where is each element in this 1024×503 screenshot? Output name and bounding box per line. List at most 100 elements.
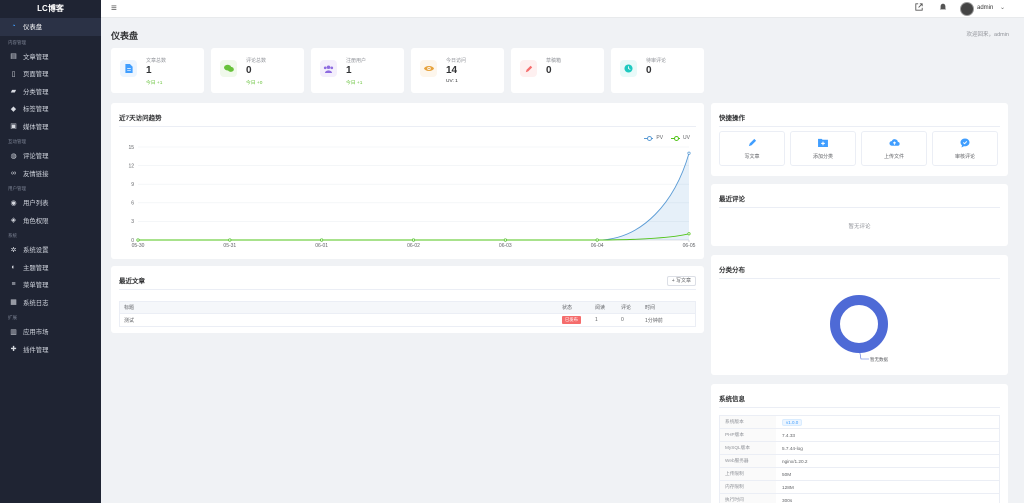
menu-toggle-icon[interactable]: ≡: [111, 3, 117, 14]
col-status[interactable]: 状态: [562, 304, 595, 311]
welcome-text: 欢迎回来，admin: [966, 32, 1009, 38]
stat-label: 今日访问: [446, 58, 467, 64]
divider: [719, 126, 1000, 127]
sidebar-item[interactable]: ▰ 分类管理: [0, 83, 101, 101]
clock-icon: [620, 60, 637, 77]
stat-value: 1: [146, 65, 152, 76]
x-tick-label: 06-03: [499, 243, 512, 249]
data-point-uv: [687, 232, 691, 236]
stat-value: 1: [346, 65, 352, 76]
version-tag: v1.0.0: [782, 418, 803, 426]
sidebar-group-label: 系统: [8, 233, 17, 238]
empty-comments-text: 暂无评论: [848, 224, 871, 230]
quick-action-label: 写文章: [744, 154, 760, 160]
sidebar-item[interactable]: ✚ 插件管理: [0, 341, 101, 359]
stat-value: 0: [246, 65, 252, 76]
divider: [119, 289, 696, 290]
stat-sub: UV: 1: [446, 79, 458, 84]
info-value-text: 7.4.33: [782, 432, 796, 438]
sidebar-item-label: 分类管理: [23, 88, 49, 96]
sidebar-item[interactable]: ◔ 仪表盘: [0, 18, 101, 36]
sidebar-item-label: 仪表盘: [23, 24, 43, 32]
review-comments-action[interactable]: 审核评论: [932, 131, 998, 166]
user-name[interactable]: admin: [977, 5, 993, 11]
col-title[interactable]: 标题: [120, 304, 562, 311]
add-category-action[interactable]: 添加分类: [790, 131, 856, 166]
external-link-icon[interactable]: [915, 3, 923, 13]
sidebar-item-label: 系统日志: [23, 299, 49, 307]
info-value: 128M: [776, 485, 794, 490]
status-cell: 已发布: [562, 316, 595, 324]
article-time: 1分钟前: [645, 317, 663, 324]
info-value: 300s: [776, 498, 792, 503]
sidebar-nav: ◔ 仪表盘 内容管理 ▤ 文章管理 ▯ 页面管理 ▰ 分类管理 ◆ 标签管理 ▣ 媒体管理 互动管理 ◍ 评论…: [0, 18, 101, 358]
stat-card[interactable]: 注册用户 1 今日 +1: [311, 48, 404, 93]
info-value-text: 5.7.44-log: [782, 445, 803, 451]
write-article-button[interactable]: + 写文章: [666, 276, 696, 286]
info-value-text: 50M: [782, 471, 792, 477]
eye-icon: [420, 60, 437, 77]
sidebar-item[interactable]: ▥ 应用市场: [0, 323, 101, 341]
stat-card[interactable]: 今日访问 14 UV: 1: [411, 48, 504, 93]
sidebar-item[interactable]: ▣ 媒体管理: [0, 118, 101, 136]
sidebar-item-label: 用户列表: [23, 200, 49, 208]
sidebar-item[interactable]: ▦ 系统日志: [0, 294, 101, 312]
stat-label: 注册用户: [346, 58, 367, 64]
quick-action-label: 添加分类: [812, 154, 833, 160]
col-comments[interactable]: 评论: [621, 304, 645, 311]
sidebar-item[interactable]: ≡ 菜单管理: [0, 276, 101, 294]
sidebar-item[interactable]: ▯ 页面管理: [0, 65, 101, 83]
sidebar-item[interactable]: ◆ 标签管理: [0, 100, 101, 118]
stat-label: 文章总数: [146, 58, 167, 64]
recent-title: 最近文章: [119, 278, 145, 285]
stat-card[interactable]: 待审评论 0: [611, 48, 704, 93]
info-key: MySQL版本: [720, 442, 776, 454]
upload-file-action[interactable]: 上传文件: [861, 131, 927, 166]
quick-title: 快捷操作: [719, 115, 745, 122]
trend-chart: 0369121505-30 05-31 06-01 06-02 06-03 06-04 06…: [128, 145, 695, 249]
table-row[interactable]: 测试 已发布 1 0 1分钟前: [120, 314, 695, 326]
gear-icon: ✲: [10, 246, 17, 254]
chevron-down-icon[interactable]: ⌄: [1000, 4, 1005, 11]
sidebar-item[interactable]: ◐ 主题管理: [0, 259, 101, 277]
col-time[interactable]: 时间: [645, 304, 695, 311]
sidebar-item[interactable]: ◉ 用户列表: [0, 194, 101, 212]
users-icon: [320, 60, 337, 77]
donut-ring[interactable]: [830, 295, 888, 353]
sidebar-item[interactable]: ∞ 友情链接: [0, 165, 101, 183]
bell-icon[interactable]: [939, 3, 947, 13]
user-shield-icon: ◈: [10, 217, 17, 225]
stat-card[interactable]: 草稿箱 0: [511, 48, 604, 93]
sidebar-item-label: 菜单管理: [23, 282, 49, 290]
stat-value: 14: [446, 65, 458, 76]
sidebar-group-label: 扩展: [8, 315, 17, 320]
avatar[interactable]: [960, 2, 974, 16]
sidebar-group-label: 内容管理: [8, 39, 26, 45]
col-views[interactable]: 阅读: [595, 304, 621, 311]
quick-action-label: 审核评论: [954, 154, 975, 160]
folder-plus-icon: [791, 138, 855, 149]
sidebar-item-label: 文章管理: [23, 53, 49, 61]
info-row: 上传限制 50M: [720, 468, 999, 481]
menu-icon: ≡: [11, 281, 16, 289]
sidebar-item-label: 媒体管理: [23, 123, 49, 131]
info-row: PHP版本 7.4.33: [720, 429, 999, 442]
article-title[interactable]: 测试: [120, 317, 562, 324]
info-value: 50M: [776, 472, 791, 477]
sidebar-item-label: 页面管理: [23, 71, 49, 79]
info-key: 执行时间: [720, 494, 776, 503]
plugin-icon: ✚: [10, 346, 17, 354]
data-point-uv: [320, 238, 324, 242]
sidebar-item[interactable]: ◈ 角色权限: [0, 212, 101, 230]
article-comments: 0: [621, 317, 624, 323]
y-tick-label: 9: [131, 182, 134, 188]
sidebar-item[interactable]: ✲ 系统设置: [0, 241, 101, 259]
stat-label: 评论总数: [246, 58, 267, 64]
stat-card[interactable]: 文章总数 1 今日 +1: [111, 48, 204, 93]
cloud-upload-icon: [862, 138, 926, 149]
stat-card[interactable]: 评论总数 0 今日 +0: [211, 48, 304, 93]
write-article-action[interactable]: 写文章: [719, 131, 785, 166]
sidebar-item[interactable]: ◍ 评论管理: [0, 147, 101, 165]
app-logo[interactable]: LC博客: [0, 0, 101, 18]
sidebar-item[interactable]: ▤ 文章管理: [0, 48, 101, 66]
